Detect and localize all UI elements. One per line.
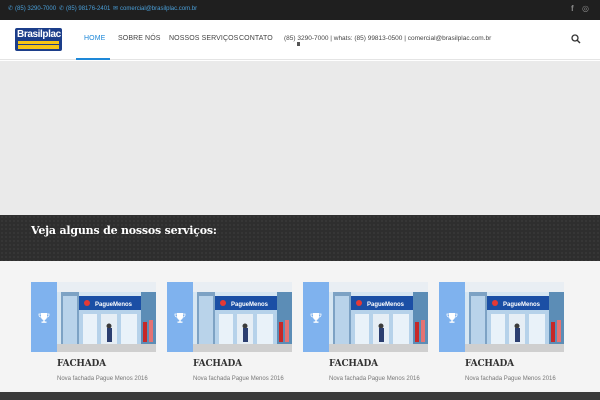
phone-icon: ✆: [8, 6, 14, 12]
service-card[interactable]: PagueMenos FACHADA Nova fachada Pague Meno…: [167, 282, 292, 382]
card-side-panel: [167, 282, 193, 352]
services-banner: Veja alguns de nossos serviços:: [0, 215, 600, 261]
services-title: Veja alguns de nossos serviços:: [31, 224, 217, 237]
nav-active-indicator: [76, 58, 110, 60]
card-description: Nova fachada Pague Menos 2016: [193, 376, 284, 382]
trophy-icon: [446, 313, 458, 323]
nav-contato[interactable]: CONTATO: [239, 35, 273, 42]
topbar-phone2-text: (85) 98176-2401: [66, 6, 111, 12]
storefront-photo: PagueMenos: [193, 282, 292, 352]
card-photo[interactable]: PagueMenos: [329, 282, 428, 352]
footer-strip: [0, 392, 600, 400]
trophy-icon: [174, 313, 186, 323]
card-title[interactable]: FACHADA: [193, 359, 242, 369]
storefront-photo: PagueMenos: [57, 282, 156, 352]
card-side-panel: [439, 282, 465, 352]
card-side-panel: [31, 282, 57, 352]
nav-sobre-nos[interactable]: SOBRE NÓS: [118, 35, 161, 42]
nav-home[interactable]: HOME: [84, 35, 105, 42]
service-card[interactable]: PagueMenos FACHADA Nova fachada Pague Meno…: [31, 282, 156, 382]
trophy-icon: [38, 313, 50, 323]
card-photo[interactable]: PagueMenos: [57, 282, 156, 352]
storefront-photo: PagueMenos: [465, 282, 564, 352]
card-photo[interactable]: PagueMenos: [193, 282, 292, 352]
trophy-icon: [310, 313, 322, 323]
card-photo[interactable]: PagueMenos: [465, 282, 564, 352]
facebook-icon[interactable]: f: [571, 4, 574, 13]
topbar-email-text: comercial@brasilplac.com.br: [120, 6, 198, 12]
header: Brasilplac HOME SOBRE NÓS NOSSOS SERVIÇO…: [0, 20, 600, 60]
store-sign-text: PagueMenos: [231, 302, 269, 308]
card-title[interactable]: FACHADA: [329, 359, 378, 369]
phone-icon: ✆: [59, 6, 65, 12]
topbar-phone1-text: (85) 3290-7000: [15, 6, 57, 12]
hero-banner: [0, 61, 600, 215]
card-title[interactable]: FACHADA: [57, 359, 106, 369]
store-sign-text: PagueMenos: [503, 302, 541, 308]
card-description: Nova fachada Pague Menos 2016: [465, 376, 556, 382]
logo-stripe: [18, 45, 59, 49]
logo-text: Brasilplac: [17, 29, 61, 40]
card-side-panel: [303, 282, 329, 352]
banner-pointer: [297, 42, 300, 46]
top-bar: ✆ (85) 3290-7000 ✆ (85) 98176-2401 ✉ comerc…: [0, 0, 600, 20]
nav-nossos-servicos[interactable]: NOSSOS SERVIÇOS: [169, 35, 238, 42]
search-icon[interactable]: [571, 34, 581, 44]
card-description: Nova fachada Pague Menos 2016: [329, 376, 420, 382]
topbar-phone2[interactable]: ✆ (85) 98176-2401: [59, 5, 110, 12]
topbar-phone1[interactable]: ✆ (85) 3290-7000: [8, 5, 56, 12]
card-description: Nova fachada Pague Menos 2016: [57, 376, 148, 382]
store-sign-text: PagueMenos: [367, 302, 405, 308]
storefront-photo: PagueMenos: [329, 282, 428, 352]
store-sign-text: PagueMenos: [95, 302, 133, 308]
header-contact-info: (85) 3290-7000 | whats: (85) 99813-0500 …: [284, 35, 492, 42]
mail-icon: ✉: [113, 6, 119, 12]
service-card[interactable]: PagueMenos FACHADA Nova fachada Pague Meno…: [439, 282, 564, 382]
topbar-email[interactable]: ✉ comercial@brasilplac.com.br: [113, 5, 197, 12]
brand-logo[interactable]: Brasilplac: [15, 28, 62, 51]
logo-stripe: [18, 41, 59, 44]
card-title[interactable]: FACHADA: [465, 359, 514, 369]
service-card[interactable]: PagueMenos FACHADA Nova fachada Pague Meno…: [303, 282, 428, 382]
instagram-icon[interactable]: ◎: [582, 4, 589, 13]
